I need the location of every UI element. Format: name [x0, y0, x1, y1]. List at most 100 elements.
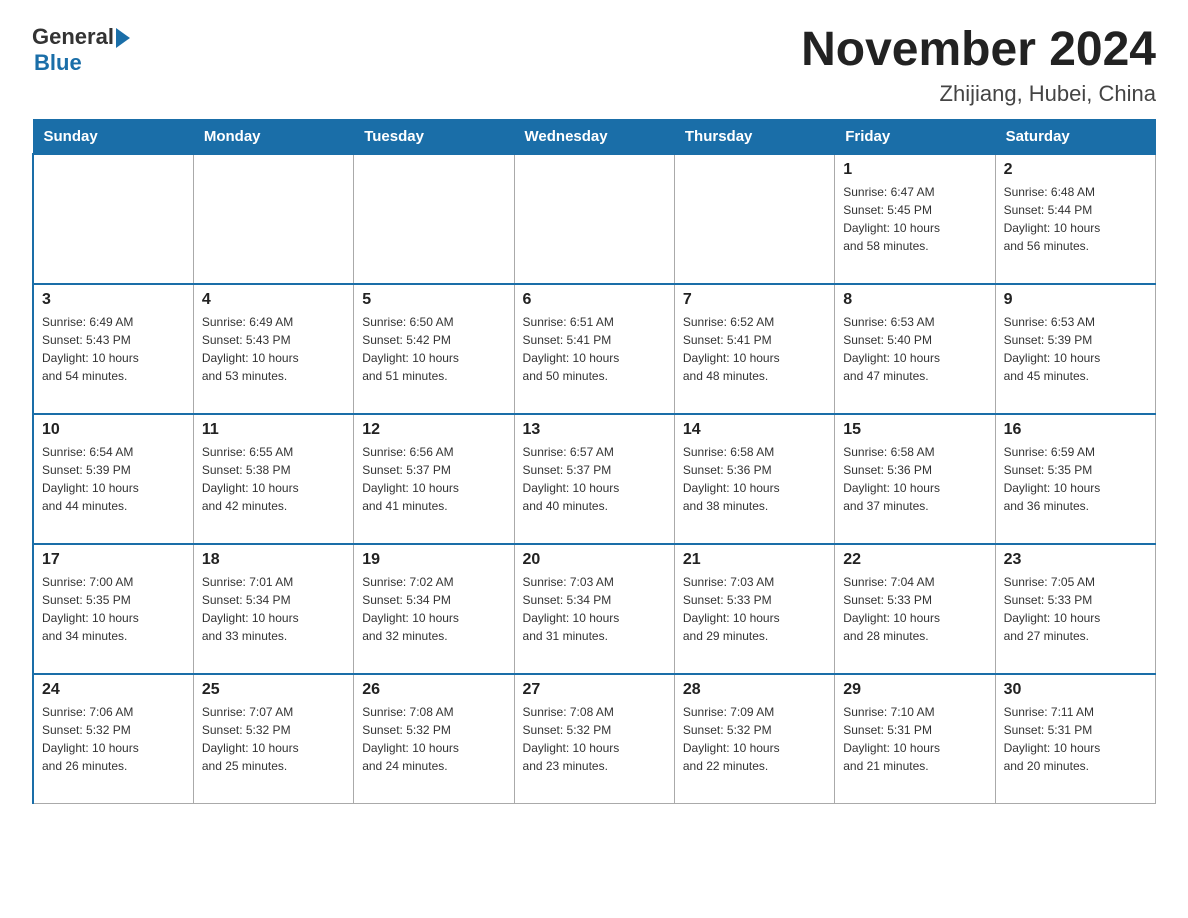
calendar-cell: 21 Sunrise: 7:03 AM Sunset: 5:33 PM Dayli…	[674, 544, 834, 674]
calendar-cell: 16 Sunrise: 6:59 AM Sunset: 5:35 PM Dayli…	[995, 414, 1155, 544]
day-number: 9	[1004, 291, 1147, 309]
calendar-cell: 5Sunrise: 6:50 AM Sunset: 5:42 PM Daylig…	[354, 284, 514, 414]
day-info: Sunrise: 6:49 AM Sunset: 5:43 PM Dayligh…	[42, 313, 185, 385]
calendar-cell: 12 Sunrise: 6:56 AM Sunset: 5:37 PM Dayli…	[354, 414, 514, 544]
header-day-saturday: Saturday	[995, 119, 1155, 154]
day-info: Sunrise: 6:53 AM Sunset: 5:40 PM Dayligh…	[843, 313, 986, 385]
calendar-cell: 11 Sunrise: 6:55 AM Sunset: 5:38 PM Dayli…	[193, 414, 353, 544]
calendar-cell	[354, 154, 514, 284]
day-number: 24	[42, 681, 185, 699]
calendar-cell: 2 Sunrise: 6:48 AM Sunset: 5:44 PM Daylig…	[995, 154, 1155, 284]
calendar-cell: 20 Sunrise: 7:03 AM Sunset: 5:34 PM Dayli…	[514, 544, 674, 674]
day-number: 6	[523, 291, 666, 309]
day-number: 8	[843, 291, 986, 309]
day-number: 22	[843, 551, 986, 569]
day-number: 14	[683, 421, 826, 439]
calendar-cell	[514, 154, 674, 284]
day-info: Sunrise: 7:02 AM Sunset: 5:34 PM Dayligh…	[362, 573, 505, 645]
calendar-table: SundayMondayTuesdayWednesdayThursdayFrid…	[32, 119, 1156, 805]
day-number: 25	[202, 681, 345, 699]
calendar-cell	[193, 154, 353, 284]
day-number: 16	[1004, 421, 1147, 439]
calendar-cell: 13 Sunrise: 6:57 AM Sunset: 5:37 PM Dayli…	[514, 414, 674, 544]
day-number: 20	[523, 551, 666, 569]
week-row-4: 17 Sunrise: 7:00 AM Sunset: 5:35 PM Dayli…	[33, 544, 1156, 674]
calendar-cell: 1 Sunrise: 6:47 AM Sunset: 5:45 PM Daylig…	[835, 154, 995, 284]
header-day-friday: Friday	[835, 119, 995, 154]
calendar-cell: 6 Sunrise: 6:51 AM Sunset: 5:41 PM Daylig…	[514, 284, 674, 414]
day-info: Sunrise: 7:05 AM Sunset: 5:33 PM Dayligh…	[1004, 573, 1147, 645]
calendar-cell: 17 Sunrise: 7:00 AM Sunset: 5:35 PM Dayli…	[33, 544, 193, 674]
calendar-cell: 9 Sunrise: 6:53 AM Sunset: 5:39 PM Daylig…	[995, 284, 1155, 414]
calendar-cell: 14 Sunrise: 6:58 AM Sunset: 5:36 PM Dayli…	[674, 414, 834, 544]
day-info: Sunrise: 6:52 AM Sunset: 5:41 PM Dayligh…	[683, 313, 826, 385]
day-info: Sunrise: 6:57 AM Sunset: 5:37 PM Dayligh…	[523, 443, 666, 515]
calendar-cell: 29 Sunrise: 7:10 AM Sunset: 5:31 PM Dayli…	[835, 674, 995, 804]
day-info: Sunrise: 7:09 AM Sunset: 5:32 PM Dayligh…	[683, 703, 826, 775]
day-info: Sunrise: 6:56 AM Sunset: 5:37 PM Dayligh…	[362, 443, 505, 515]
calendar-cell: 28Sunrise: 7:09 AM Sunset: 5:32 PM Dayli…	[674, 674, 834, 804]
calendar-cell: 27Sunrise: 7:08 AM Sunset: 5:32 PM Dayli…	[514, 674, 674, 804]
logo-arrow-icon	[116, 28, 130, 48]
day-number: 11	[202, 421, 345, 439]
day-info: Sunrise: 7:08 AM Sunset: 5:32 PM Dayligh…	[362, 703, 505, 775]
day-number: 10	[42, 421, 185, 439]
calendar-cell: 18Sunrise: 7:01 AM Sunset: 5:34 PM Dayli…	[193, 544, 353, 674]
day-number: 7	[683, 291, 826, 309]
day-number: 21	[683, 551, 826, 569]
page-header: General Blue November 2024 Zhijiang, Hub…	[32, 24, 1156, 107]
day-info: Sunrise: 7:10 AM Sunset: 5:31 PM Dayligh…	[843, 703, 986, 775]
day-number: 23	[1004, 551, 1147, 569]
day-info: Sunrise: 7:11 AM Sunset: 5:31 PM Dayligh…	[1004, 703, 1147, 775]
header-day-thursday: Thursday	[674, 119, 834, 154]
day-info: Sunrise: 6:58 AM Sunset: 5:36 PM Dayligh…	[843, 443, 986, 515]
day-number: 2	[1004, 161, 1147, 179]
day-info: Sunrise: 6:54 AM Sunset: 5:39 PM Dayligh…	[42, 443, 185, 515]
header-row: SundayMondayTuesdayWednesdayThursdayFrid…	[33, 119, 1156, 154]
day-number: 29	[843, 681, 986, 699]
day-info: Sunrise: 6:51 AM Sunset: 5:41 PM Dayligh…	[523, 313, 666, 385]
header-day-tuesday: Tuesday	[354, 119, 514, 154]
day-info: Sunrise: 6:53 AM Sunset: 5:39 PM Dayligh…	[1004, 313, 1147, 385]
calendar-title-block: November 2024 Zhijiang, Hubei, China	[801, 24, 1156, 107]
logo-blue-text: Blue	[34, 50, 82, 76]
calendar-cell: 10 Sunrise: 6:54 AM Sunset: 5:39 PM Dayli…	[33, 414, 193, 544]
calendar-cell	[33, 154, 193, 284]
calendar-cell	[674, 154, 834, 284]
day-number: 26	[362, 681, 505, 699]
day-number: 19	[362, 551, 505, 569]
day-number: 1	[843, 161, 986, 179]
day-info: Sunrise: 7:03 AM Sunset: 5:33 PM Dayligh…	[683, 573, 826, 645]
day-number: 17	[42, 551, 185, 569]
calendar-cell: 15Sunrise: 6:58 AM Sunset: 5:36 PM Dayli…	[835, 414, 995, 544]
day-info: Sunrise: 7:03 AM Sunset: 5:34 PM Dayligh…	[523, 573, 666, 645]
day-info: Sunrise: 6:50 AM Sunset: 5:42 PM Dayligh…	[362, 313, 505, 385]
week-row-5: 24 Sunrise: 7:06 AM Sunset: 5:32 PM Dayli…	[33, 674, 1156, 804]
calendar-cell: 4 Sunrise: 6:49 AM Sunset: 5:43 PM Daylig…	[193, 284, 353, 414]
day-number: 13	[523, 421, 666, 439]
calendar-header: SundayMondayTuesdayWednesdayThursdayFrid…	[33, 119, 1156, 154]
day-number: 4	[202, 291, 345, 309]
day-info: Sunrise: 6:47 AM Sunset: 5:45 PM Dayligh…	[843, 183, 986, 255]
calendar-cell: 30Sunrise: 7:11 AM Sunset: 5:31 PM Dayli…	[995, 674, 1155, 804]
calendar-cell: 26 Sunrise: 7:08 AM Sunset: 5:32 PM Dayli…	[354, 674, 514, 804]
week-row-3: 10 Sunrise: 6:54 AM Sunset: 5:39 PM Dayli…	[33, 414, 1156, 544]
day-info: Sunrise: 6:58 AM Sunset: 5:36 PM Dayligh…	[683, 443, 826, 515]
day-info: Sunrise: 7:06 AM Sunset: 5:32 PM Dayligh…	[42, 703, 185, 775]
week-row-2: 3 Sunrise: 6:49 AM Sunset: 5:43 PM Daylig…	[33, 284, 1156, 414]
calendar-cell: 23 Sunrise: 7:05 AM Sunset: 5:33 PM Dayli…	[995, 544, 1155, 674]
day-info: Sunrise: 6:48 AM Sunset: 5:44 PM Dayligh…	[1004, 183, 1147, 255]
day-info: Sunrise: 7:08 AM Sunset: 5:32 PM Dayligh…	[523, 703, 666, 775]
logo-general-text: General	[32, 24, 114, 50]
day-info: Sunrise: 6:55 AM Sunset: 5:38 PM Dayligh…	[202, 443, 345, 515]
day-info: Sunrise: 7:07 AM Sunset: 5:32 PM Dayligh…	[202, 703, 345, 775]
day-number: 12	[362, 421, 505, 439]
day-info: Sunrise: 6:59 AM Sunset: 5:35 PM Dayligh…	[1004, 443, 1147, 515]
calendar-cell: 25 Sunrise: 7:07 AM Sunset: 5:32 PM Dayli…	[193, 674, 353, 804]
day-number: 18	[202, 551, 345, 569]
day-info: Sunrise: 7:00 AM Sunset: 5:35 PM Dayligh…	[42, 573, 185, 645]
calendar-cell: 19 Sunrise: 7:02 AM Sunset: 5:34 PM Dayli…	[354, 544, 514, 674]
day-number: 3	[42, 291, 185, 309]
calendar-body: 1 Sunrise: 6:47 AM Sunset: 5:45 PM Daylig…	[33, 154, 1156, 804]
day-info: Sunrise: 6:49 AM Sunset: 5:43 PM Dayligh…	[202, 313, 345, 385]
